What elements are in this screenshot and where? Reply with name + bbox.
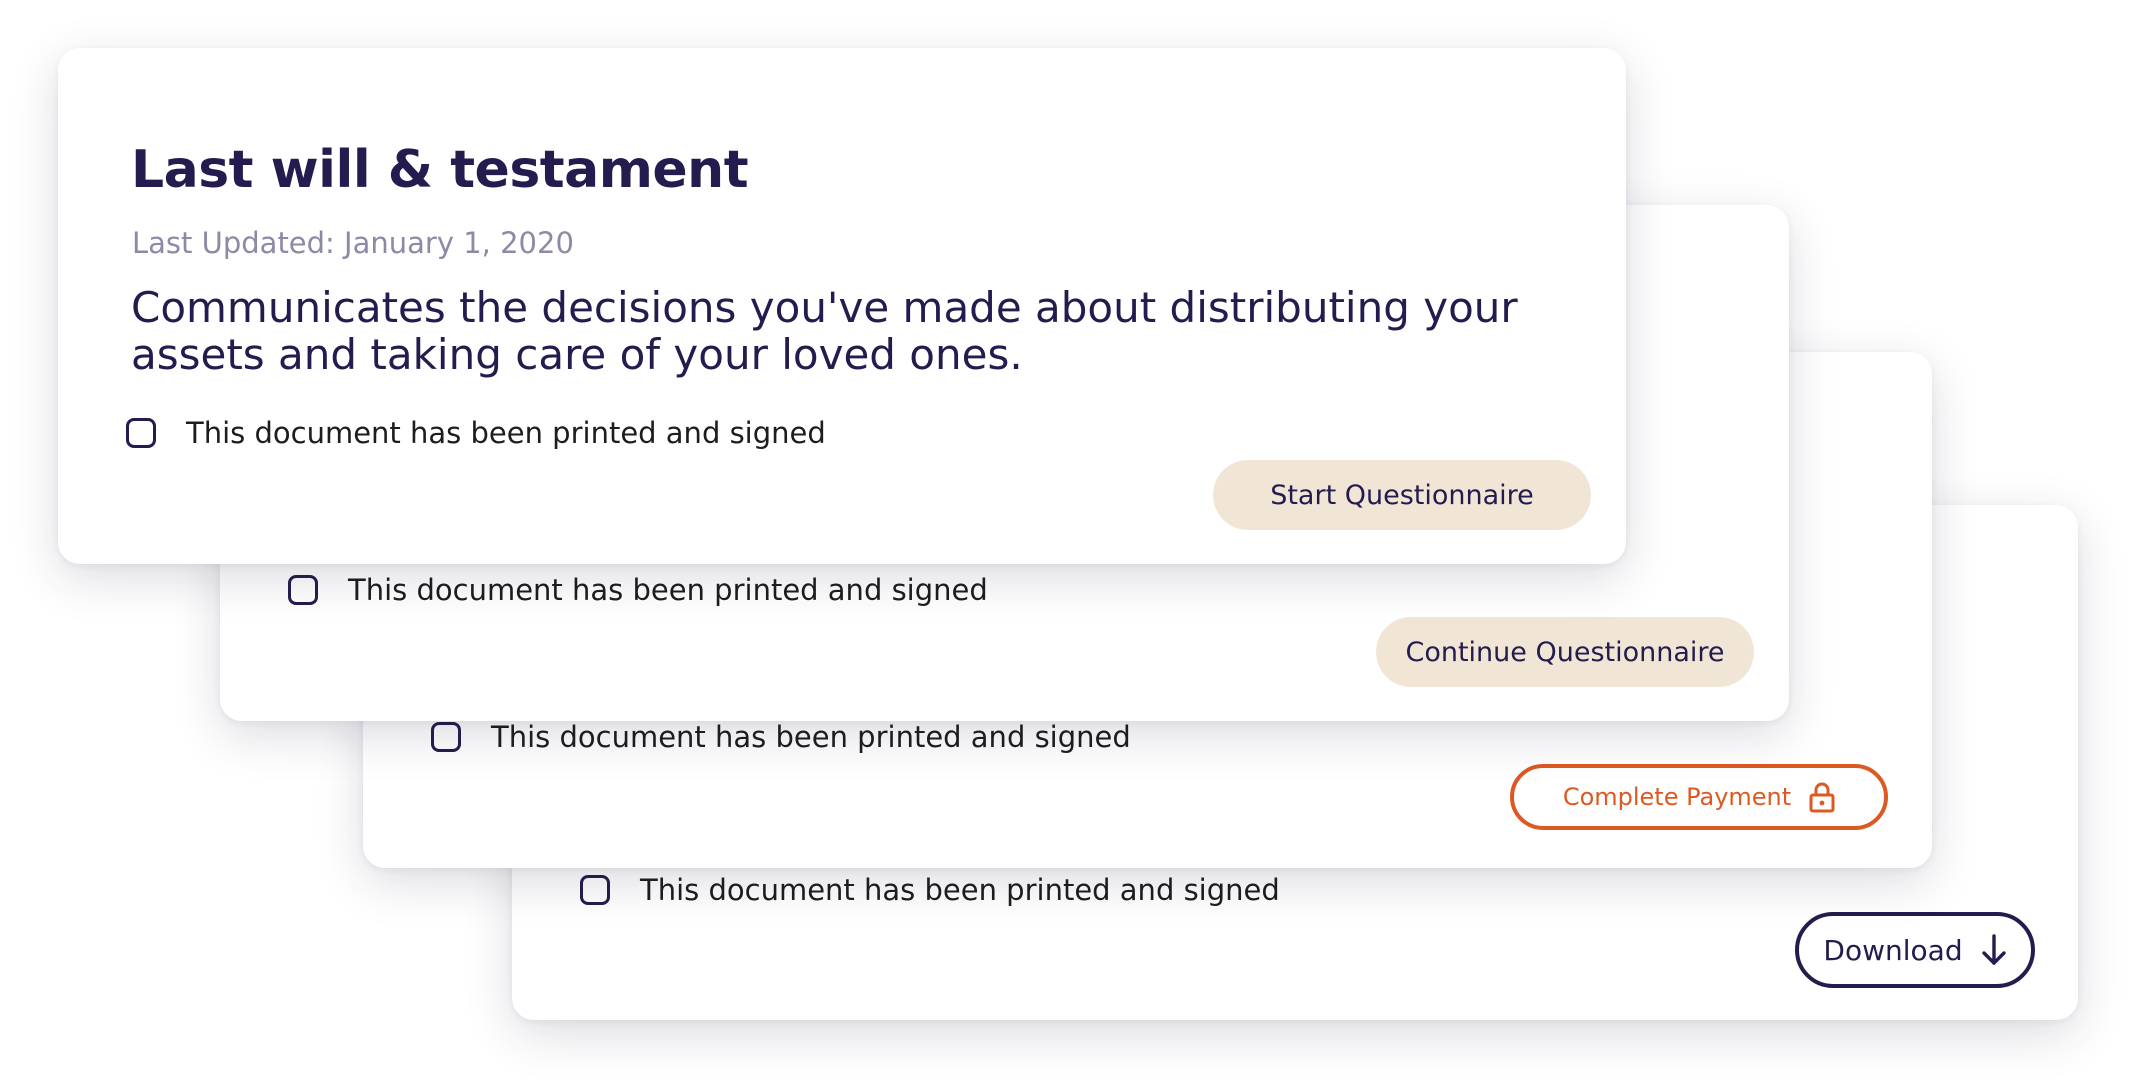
card-title: Last will & testament	[131, 140, 749, 200]
checkbox-label: This document has been printed and signe…	[491, 720, 1131, 754]
continue-questionnaire-button-label: Continue Questionnaire	[1405, 636, 1725, 668]
lock-icon	[1809, 781, 1835, 813]
complete-payment-button[interactable]: Complete Payment	[1510, 764, 1888, 830]
continue-questionnaire-button[interactable]: Continue Questionnaire	[1376, 617, 1754, 687]
printed-signed-checkbox-row[interactable]: This document has been printed and signe…	[580, 873, 1280, 907]
printed-signed-checkbox[interactable]	[126, 418, 156, 448]
start-questionnaire-button[interactable]: Start Questionnaire	[1213, 460, 1591, 530]
printed-signed-checkbox[interactable]	[431, 722, 461, 752]
last-updated-text: Last Updated: January 1, 2020	[132, 226, 574, 260]
checkbox-label: This document has been printed and signe…	[640, 873, 1280, 907]
start-questionnaire-button-label: Start Questionnaire	[1270, 479, 1534, 511]
complete-payment-button-label: Complete Payment	[1562, 783, 1792, 811]
download-button-label: Download	[1823, 933, 1963, 967]
printed-signed-checkbox-row[interactable]: This document has been printed and signe…	[288, 573, 988, 607]
card-description: Communicates the decisions you've made a…	[131, 283, 1518, 379]
download-button[interactable]: Download	[1795, 912, 2035, 988]
printed-signed-checkbox-row[interactable]: This document has been printed and signe…	[431, 720, 1131, 754]
document-card-last-will: Last will & testament Last Updated: Janu…	[58, 48, 1626, 564]
printed-signed-checkbox-row[interactable]: This document has been printed and signe…	[126, 416, 826, 450]
checkbox-label: This document has been printed and signe…	[186, 416, 826, 450]
arrow-down-icon	[1981, 933, 2007, 967]
checkbox-label: This document has been printed and signe…	[348, 573, 988, 607]
printed-signed-checkbox[interactable]	[580, 875, 610, 905]
printed-signed-checkbox[interactable]	[288, 575, 318, 605]
